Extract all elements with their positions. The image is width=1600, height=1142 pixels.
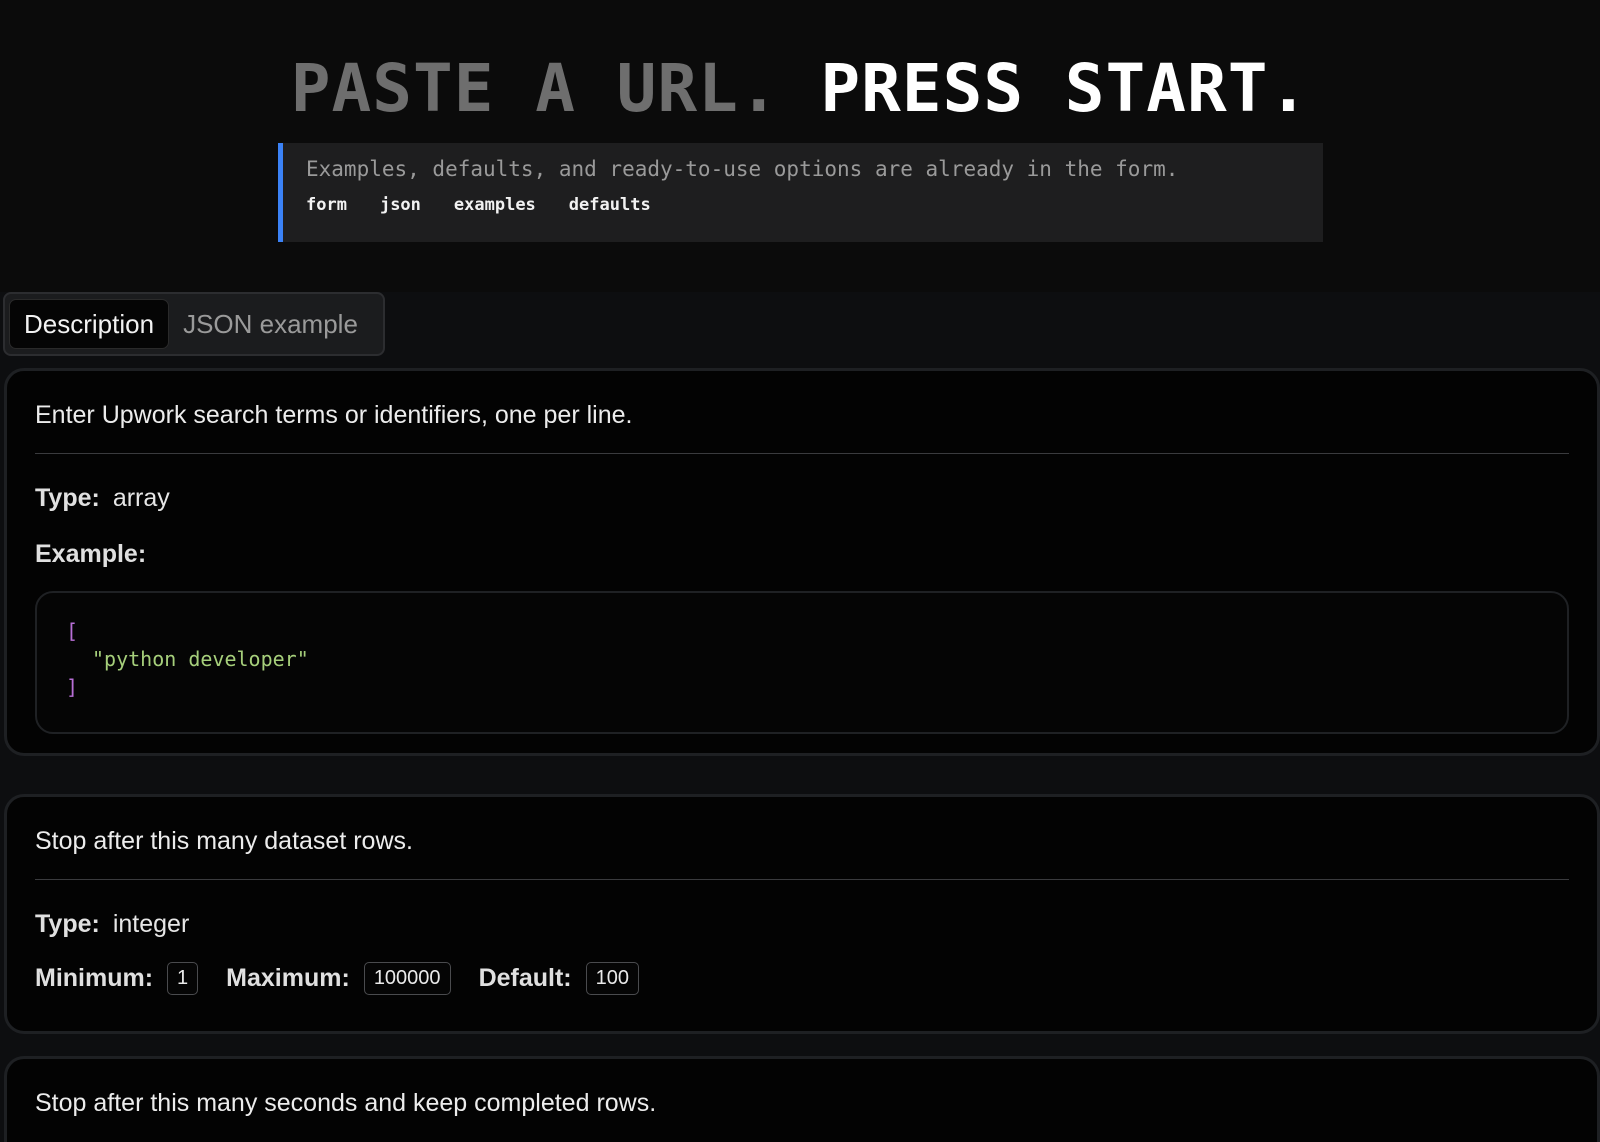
field-card-search-terms: Enter Upwork search terms or identifiers… xyxy=(4,368,1600,756)
tag-examples: examples xyxy=(453,195,536,215)
field-card-timeout: Stop after this many seconds and keep co… xyxy=(4,1056,1600,1142)
maximum-badge: 100000 xyxy=(363,962,451,995)
maximum-label: Maximum: xyxy=(226,964,350,992)
type-label: Type: xyxy=(35,910,100,938)
default-label: Default: xyxy=(478,964,572,992)
code-string-item: "python developer" xyxy=(92,647,309,671)
field-description: Stop after this many dataset rows. xyxy=(35,797,1569,880)
type-label: Type: xyxy=(35,484,100,512)
minimum-constraint: Minimum: 1 xyxy=(35,962,199,995)
default-badge: 100 xyxy=(585,962,639,995)
tag-json: json xyxy=(379,195,421,215)
minimum-badge: 1 xyxy=(167,962,199,995)
callout-tags: form json examples defaults xyxy=(306,195,1323,215)
tab-json-example[interactable]: JSON example xyxy=(169,299,372,349)
callout-text: Examples, defaults, and ready-to-use opt… xyxy=(306,157,1179,181)
hero-title-muted: PASTE A URL. xyxy=(290,50,780,127)
example-code-block: [ "python developer" ] xyxy=(35,591,1569,734)
default-constraint: Default: 100 xyxy=(479,962,639,995)
example-label: Example: xyxy=(35,540,147,568)
tag-defaults: defaults xyxy=(568,195,651,215)
field-card-max-rows: Stop after this many dataset rows. Type:… xyxy=(4,794,1600,1034)
field-type-row: Type: integer xyxy=(35,910,1569,939)
maximum-constraint: Maximum: 100000 xyxy=(226,962,451,995)
tab-bar: Description JSON example xyxy=(3,292,385,356)
hero-callout: Examples, defaults, and ready-to-use opt… xyxy=(278,143,1323,242)
field-type-row: Type: array xyxy=(35,484,1569,513)
type-value: integer xyxy=(112,910,190,938)
field-description: Stop after this many seconds and keep co… xyxy=(35,1089,657,1117)
hero-title-bright: PRESS START. xyxy=(820,50,1310,127)
type-value: array xyxy=(112,484,170,512)
hero-section: PASTE A URL. PRESS START. Examples, defa… xyxy=(0,0,1600,292)
tag-form: form xyxy=(306,195,347,215)
hero-title: PASTE A URL. PRESS START. xyxy=(0,50,1600,127)
field-description: Enter Upwork search terms or identifiers… xyxy=(35,371,1569,454)
code-close-bracket: ] xyxy=(66,675,79,699)
code-open-bracket: [ xyxy=(66,619,79,643)
constraints-row: Minimum: 1 Maximum: 100000 Default: 100 xyxy=(35,962,1569,995)
tab-description[interactable]: Description xyxy=(9,299,170,349)
minimum-label: Minimum: xyxy=(35,964,154,992)
